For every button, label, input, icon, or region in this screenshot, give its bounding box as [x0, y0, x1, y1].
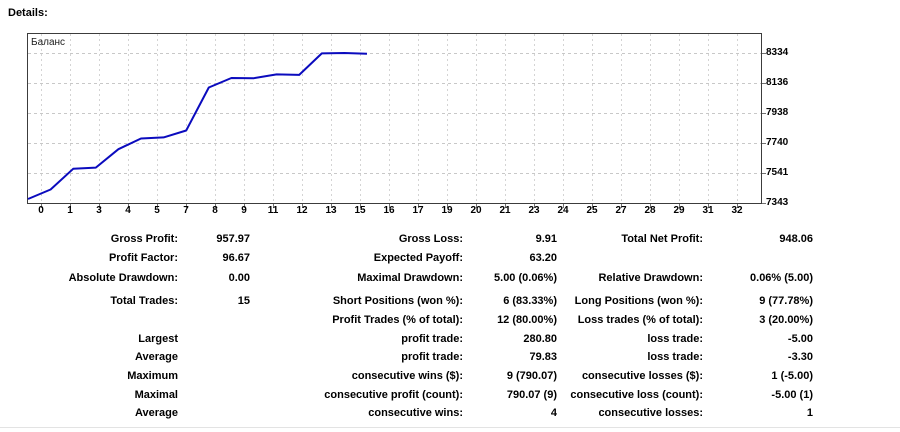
stat-label: Total Net Profit:: [621, 233, 703, 245]
x-axis-label: 0: [38, 205, 44, 216]
stat-value: -5.00: [787, 333, 813, 345]
x-axis-label: 27: [615, 205, 627, 216]
stat-value: 96.67: [222, 252, 250, 264]
bottom-separator: [0, 427, 900, 428]
stat-value: 9 (790.07): [506, 370, 557, 382]
balance-line: [27, 52, 368, 200]
x-axis-label: 31: [702, 205, 714, 216]
stat-label: Gross Profit:: [110, 233, 178, 245]
x-axis-label: 15: [354, 205, 366, 216]
stat-value: 280.80: [523, 333, 557, 345]
stat-label: Long Positions (won %):: [574, 295, 703, 307]
stat-label: Gross Loss:: [398, 233, 463, 245]
balance-chart-canvas: [27, 33, 766, 208]
stat-value: 6 (83.33%): [503, 295, 557, 307]
y-axis-label: 7541: [766, 167, 789, 178]
x-axis-label: 28: [644, 205, 656, 216]
stat-value: -5.00 (1): [771, 389, 813, 401]
stat-value: 12 (80.00%): [497, 314, 557, 326]
stat-label: Absolute Drawdown:: [68, 272, 178, 284]
stat-label: Loss trades (% of total):: [577, 314, 703, 326]
stat-value: 9.91: [535, 233, 557, 245]
balance-chart: [27, 33, 767, 213]
x-axis-label: 32: [731, 205, 743, 216]
stat-label: loss trade:: [647, 351, 703, 363]
x-axis-label: 5: [154, 205, 160, 216]
stat-label: profit trade:: [401, 351, 463, 363]
stat-value: 0.06% (5.00): [750, 272, 813, 284]
stat-label: Profit Trades (% of total):: [332, 314, 463, 326]
stat-label: consecutive wins:: [368, 407, 463, 419]
stat-value: 790.07 (9): [506, 389, 557, 401]
stat-label: consecutive losses:: [598, 407, 703, 419]
x-axis-label: 20: [470, 205, 482, 216]
y-axis-label: 7740: [766, 137, 789, 148]
stat-value: -3.30: [787, 351, 813, 363]
stat-label: consecutive wins ($):: [351, 370, 463, 382]
stat-label: Short Positions (won %):: [332, 295, 463, 307]
y-axis-label: 8334: [766, 47, 789, 58]
stat-label: Relative Drawdown:: [598, 272, 703, 284]
stat-label: Profit Factor:: [108, 252, 178, 264]
chart-series-label: Баланс: [31, 37, 66, 48]
stat-value: 1 (-5.00): [771, 370, 813, 382]
stat-value: 1: [806, 407, 813, 419]
x-axis-label: 12: [296, 205, 308, 216]
stat-value: 15: [237, 295, 250, 307]
x-axis-label: 16: [383, 205, 395, 216]
stat-value: 63.20: [529, 252, 557, 264]
stat-label: Expected Payoff:: [373, 252, 463, 264]
x-axis-label: 23: [528, 205, 540, 216]
stat-label: Largest: [138, 333, 178, 345]
stat-value: 3 (20.00%): [759, 314, 813, 326]
stat-value: 948.06: [779, 233, 813, 245]
x-axis-label: 17: [412, 205, 424, 216]
x-axis-label: 7: [183, 205, 189, 216]
stat-value: 5.00 (0.06%): [494, 272, 557, 284]
stat-label: Average: [134, 407, 178, 419]
stat-label: Average: [134, 351, 178, 363]
page-title: Details:: [8, 7, 48, 19]
x-axis-label: 19: [441, 205, 453, 216]
stat-label: Maximal: [134, 389, 178, 401]
stat-value: 79.83: [529, 351, 557, 363]
x-axis-label: 24: [557, 205, 569, 216]
x-axis-label: 9: [241, 205, 247, 216]
stat-label: Total Trades:: [110, 295, 178, 307]
stat-label: consecutive losses ($):: [581, 370, 703, 382]
x-axis-label: 21: [499, 205, 511, 216]
y-axis-label: 7343: [766, 197, 789, 208]
stat-label: profit trade:: [401, 333, 463, 345]
stat-label: Maximum: [127, 370, 178, 382]
x-axis-label: 29: [673, 205, 685, 216]
stat-label: consecutive loss (count):: [570, 389, 703, 401]
stat-value: 4: [550, 407, 557, 419]
x-axis-label: 13: [325, 205, 337, 216]
stat-value: 957.97: [216, 233, 250, 245]
y-axis-label: 8136: [766, 77, 789, 88]
y-axis-label: 7938: [766, 107, 789, 118]
stat-label: consecutive profit (count):: [324, 389, 463, 401]
x-axis-label: 25: [586, 205, 598, 216]
x-axis-label: 3: [96, 205, 102, 216]
stat-label: loss trade:: [647, 333, 703, 345]
x-axis-label: 4: [125, 205, 131, 216]
x-axis-label: 8: [212, 205, 218, 216]
x-axis-label: 1: [67, 205, 73, 216]
stat-value: 0.00: [228, 272, 250, 284]
stat-value: 9 (77.78%): [759, 295, 813, 307]
stat-label: Maximal Drawdown:: [357, 272, 463, 284]
x-axis-label: 11: [267, 205, 279, 216]
